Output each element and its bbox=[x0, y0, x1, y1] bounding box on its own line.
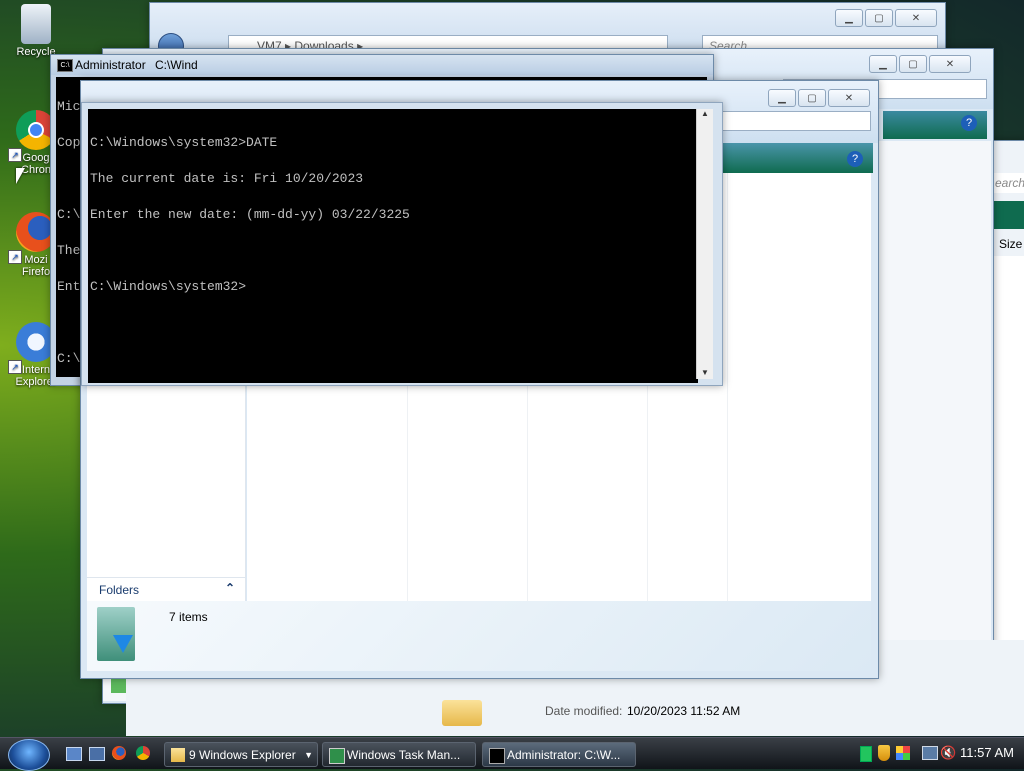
file-list-pane bbox=[991, 256, 1024, 646]
downloads-folder-icon bbox=[97, 607, 135, 661]
chevron-down-icon: ▼ bbox=[304, 750, 313, 760]
network-status-icon[interactable] bbox=[860, 746, 872, 762]
taskbar-button-windows-explorer[interactable]: 9 Windows Explorer ▼ bbox=[164, 742, 318, 767]
cmd-icon bbox=[489, 748, 505, 764]
console-output[interactable]: C:\Windows\system32>DATE The current dat… bbox=[88, 109, 698, 383]
chrome-quicklaunch-icon[interactable] bbox=[136, 746, 150, 760]
show-desktop-icon[interactable] bbox=[66, 747, 82, 761]
vertical-scrollbar[interactable]: ▲ ▼ bbox=[696, 109, 713, 379]
volume-muted-icon[interactable]: 🔇 bbox=[940, 745, 956, 761]
accent-bar bbox=[993, 201, 1024, 229]
mouse-cursor-icon bbox=[16, 168, 25, 184]
firefox-quicklaunch-icon[interactable] bbox=[112, 746, 126, 760]
close-button[interactable]: ✕ bbox=[929, 55, 971, 73]
console-line: Enter the new date: (mm-dd-yy) 03/22/322… bbox=[90, 207, 410, 222]
maximize-button[interactable]: ▢ bbox=[798, 89, 826, 107]
search-input[interactable] bbox=[721, 111, 871, 131]
maximize-button[interactable]: ▢ bbox=[865, 9, 893, 27]
security-shield-icon[interactable] bbox=[878, 745, 890, 761]
console-line: C:\Windows\system32>DATE bbox=[90, 135, 278, 150]
folders-label: Folders bbox=[99, 583, 140, 597]
scroll-up-arrow[interactable]: ▲ bbox=[697, 109, 713, 119]
window-title: Administrator bbox=[75, 58, 146, 72]
clock[interactable]: 11:57 AM bbox=[960, 745, 1014, 760]
maximize-button[interactable]: ▢ bbox=[899, 55, 927, 73]
taskbar-button-task-manager[interactable]: Windows Task Man... bbox=[322, 742, 476, 767]
details-pane: 7 items bbox=[87, 601, 871, 671]
window-controls: ▁ ▢ ✕ bbox=[768, 89, 870, 107]
close-button[interactable]: ✕ bbox=[828, 89, 870, 107]
help-icon[interactable]: ? bbox=[847, 151, 863, 167]
chevron-up-icon: ⌃ bbox=[224, 581, 235, 595]
folders-toggle[interactable]: Folders ⌃ bbox=[87, 577, 245, 602]
shortcut-arrow-icon: ↗ bbox=[8, 148, 22, 162]
network-icon[interactable] bbox=[922, 746, 938, 760]
taskbar-button-cmd[interactable]: Administrator: C:\W... bbox=[482, 742, 636, 767]
folder-icon bbox=[171, 748, 185, 762]
column-divider bbox=[727, 173, 728, 601]
column-header-size[interactable]: Size bbox=[999, 237, 1022, 251]
taskbar: 9 Windows Explorer ▼ Windows Task Man...… bbox=[0, 737, 1024, 771]
console-line: The current date is: Fri 10/20/2023 bbox=[90, 171, 364, 186]
system-tray: 🔇 11:57 AM bbox=[852, 742, 1024, 767]
taskbar-button-label: 9 Windows Explorer bbox=[189, 748, 296, 762]
minimize-button[interactable]: ▁ bbox=[835, 9, 863, 27]
folder-icon bbox=[442, 700, 482, 726]
help-icon[interactable]: ? bbox=[961, 115, 977, 131]
console-line: C:\Windows\system32> bbox=[90, 279, 247, 294]
close-button[interactable]: ✕ bbox=[895, 9, 937, 27]
search-input-small[interactable]: earch bbox=[989, 173, 1024, 193]
shortcut-arrow-icon: ↗ bbox=[8, 250, 22, 264]
recycle-bin-icon bbox=[21, 4, 51, 44]
desktop-icon-recycle-bin[interactable]: Recycle bbox=[6, 4, 66, 58]
minimize-button[interactable]: ▁ bbox=[768, 89, 796, 107]
cmd-window-front[interactable]: C:\Windows\system32>DATE The current dat… bbox=[81, 102, 723, 386]
window-controls: ▁ ▢ ✕ bbox=[835, 9, 937, 27]
date-modified-value: 10/20/2023 11:52 AM bbox=[627, 704, 741, 718]
search-placeholder-small: earch bbox=[995, 176, 1024, 190]
taskbar-button-label: Administrator: C:\W... bbox=[507, 748, 621, 762]
cmd-icon: C:\ bbox=[57, 59, 73, 72]
start-button[interactable] bbox=[8, 739, 50, 771]
switch-windows-icon[interactable] bbox=[89, 747, 105, 761]
scroll-down-arrow[interactable]: ▼ bbox=[697, 368, 713, 377]
minimize-button[interactable]: ▁ bbox=[869, 55, 897, 73]
windows-update-icon[interactable] bbox=[896, 746, 910, 760]
window-title-2: C:\Wind bbox=[155, 58, 198, 72]
shortcut-arrow-icon: ↗ bbox=[8, 360, 22, 374]
title-bar[interactable]: C:\ Administrator C:\Wind bbox=[51, 55, 713, 75]
window-controls: ▁ ▢ ✕ bbox=[869, 55, 971, 73]
items-count: 7 items bbox=[169, 610, 208, 624]
taskbar-button-label: Windows Task Man... bbox=[347, 748, 461, 762]
date-modified-label: Date modified: bbox=[545, 704, 623, 718]
task-manager-icon bbox=[329, 748, 345, 764]
